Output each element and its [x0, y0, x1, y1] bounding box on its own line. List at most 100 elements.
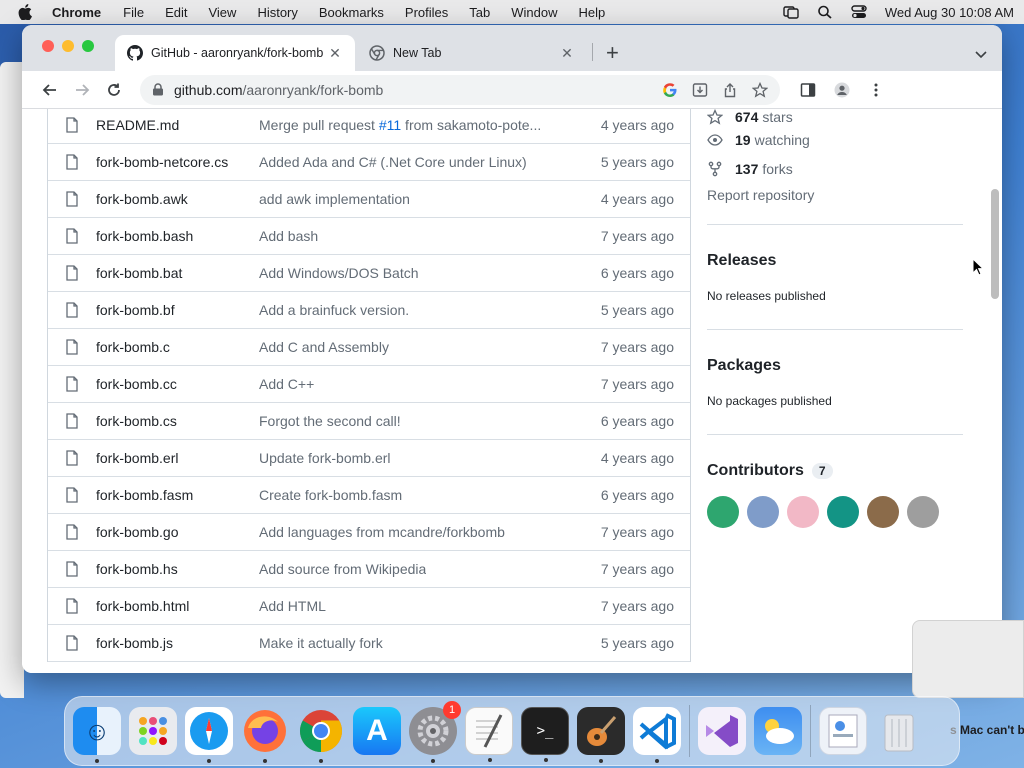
page-scrollbar[interactable]	[988, 109, 1002, 673]
commit-message-text[interactable]: Merge pull request	[259, 117, 379, 133]
commit-message-text[interactable]: Add languages from mcandre/forkbomb	[259, 524, 505, 540]
commit-message-text[interactable]: Add source from Wikipedia	[259, 561, 426, 577]
commit-message[interactable]: Forgot the second call!	[259, 413, 401, 429]
apple-icon[interactable]	[18, 4, 32, 20]
commit-message-text[interactable]: Make it actually fork	[259, 635, 383, 651]
commit-message-text[interactable]: Add bash	[259, 228, 318, 244]
commit-message-text[interactable]: Add Windows/DOS Batch	[259, 265, 419, 281]
tab-close-icon[interactable]: ✕	[559, 45, 575, 62]
file-name-link[interactable]: fork-bomb.js	[96, 635, 173, 651]
contributors-heading[interactable]: Contributors 7	[707, 462, 965, 480]
share-icon[interactable]	[722, 82, 738, 98]
dock-launchpad[interactable]	[129, 707, 177, 755]
commit-message-text[interactable]: from sakamoto-pote...	[401, 117, 541, 133]
file-name-link[interactable]: fork-bomb.bash	[96, 228, 193, 244]
file-name-link[interactable]: fork-bomb.awk	[96, 191, 188, 207]
dock-finder[interactable]: ☺	[73, 707, 121, 763]
dock-textedit[interactable]	[465, 707, 513, 762]
contributor-avatar[interactable]	[707, 496, 739, 528]
commit-message[interactable]: Add C and Assembly	[259, 339, 389, 355]
dock-weather[interactable]	[754, 707, 802, 755]
contributor-avatar[interactable]	[867, 496, 899, 528]
file-name-link[interactable]: fork-bomb.c	[96, 339, 170, 355]
dock-system-settings[interactable]: 1	[409, 701, 461, 763]
commit-message-text[interactable]: add awk implementation	[259, 191, 410, 207]
commit-message[interactable]: Add C++	[259, 376, 314, 392]
commit-message-text[interactable]: Create fork-bomb.fasm	[259, 487, 402, 503]
bookmark-star-icon[interactable]	[752, 81, 768, 98]
more-menu-icon[interactable]	[868, 82, 884, 98]
file-name-link[interactable]: fork-bomb.bf	[96, 302, 175, 318]
file-row[interactable]: fork-bomb.cc Add C++ 7 years ago	[48, 366, 690, 403]
dock-preview[interactable]	[819, 707, 867, 755]
commit-message[interactable]: Add source from Wikipedia	[259, 561, 426, 577]
dock-garageband[interactable]	[577, 707, 625, 763]
lock-icon[interactable]	[152, 83, 164, 96]
stars-stat[interactable]: 674 stars	[707, 109, 965, 125]
notification-panel[interactable]	[912, 620, 1024, 698]
file-name-link[interactable]: fork-bomb-netcore.cs	[96, 154, 228, 170]
commit-message[interactable]: Add a brainfuck version.	[259, 302, 409, 318]
commit-message[interactable]: Update fork-bomb.erl	[259, 450, 391, 466]
file-row[interactable]: fork-bomb.erl Update fork-bomb.erl 4 years…	[48, 440, 690, 477]
spotlight-search-icon[interactable]	[817, 5, 833, 19]
dock-safari[interactable]	[185, 707, 233, 763]
menu-app-chrome[interactable]: Chrome	[52, 5, 101, 20]
commit-message[interactable]: Add HTML	[259, 598, 326, 614]
commit-message[interactable]: Make it actually fork	[259, 635, 383, 651]
back-button[interactable]	[34, 74, 66, 106]
menu-window[interactable]: Window	[511, 5, 557, 20]
watching-stat[interactable]: 19 watching	[707, 125, 965, 154]
commit-message-text[interactable]: Add HTML	[259, 598, 326, 614]
dock-firefox[interactable]	[241, 707, 289, 763]
report-repository-link[interactable]: Report repository	[707, 187, 965, 203]
contributor-avatar[interactable]	[907, 496, 939, 528]
stage-manager-icon[interactable]	[783, 5, 799, 19]
tab-close-icon[interactable]: ✕	[327, 45, 343, 62]
file-row[interactable]: fork-bomb.html Add HTML 7 years ago	[48, 588, 690, 625]
file-name-link[interactable]: fork-bomb.hs	[96, 561, 178, 577]
file-row[interactable]: fork-bomb.bf Add a brainfuck version. 5 ye…	[48, 292, 690, 329]
profile-icon[interactable]	[834, 82, 850, 98]
tab-new-tab[interactable]: New Tab ✕	[357, 35, 587, 71]
file-row[interactable]: fork-bomb.hs Add source from Wikipedia 7 y…	[48, 551, 690, 588]
dock-app-store[interactable]: A	[353, 707, 401, 755]
commit-message[interactable]: Add Windows/DOS Batch	[259, 265, 419, 281]
releases-heading[interactable]: Releases	[707, 252, 965, 270]
reload-button[interactable]	[98, 74, 130, 106]
menu-bookmarks[interactable]: Bookmarks	[319, 5, 384, 20]
commit-message-text[interactable]: Update fork-bomb.erl	[259, 450, 391, 466]
menu-view[interactable]: View	[208, 5, 236, 20]
file-row[interactable]: fork-bomb.js Make it actually fork 5 years…	[48, 625, 690, 662]
file-name-link[interactable]: README.md	[96, 117, 179, 133]
menu-clock[interactable]: Wed Aug 30 10:08 AM	[885, 5, 1014, 20]
dock-vscode[interactable]	[633, 707, 681, 763]
maximize-window-button[interactable]	[82, 40, 94, 52]
close-window-button[interactable]	[42, 40, 54, 52]
dock-trash[interactable]	[875, 707, 923, 755]
install-app-icon[interactable]	[692, 82, 708, 98]
commit-message-text[interactable]: Forgot the second call!	[259, 413, 401, 429]
file-name-link[interactable]: fork-bomb.erl	[96, 450, 178, 466]
file-row[interactable]: fork-bomb.fasm Create fork-bomb.fasm 6 yea…	[48, 477, 690, 514]
commit-message[interactable]: Add languages from mcandre/forkbomb	[259, 524, 505, 540]
menu-edit[interactable]: Edit	[165, 5, 187, 20]
commit-message[interactable]: Merge pull request #11 from sakamoto-pot…	[259, 117, 541, 133]
contributor-avatar[interactable]	[827, 496, 859, 528]
google-icon[interactable]	[662, 82, 678, 98]
menu-help[interactable]: Help	[579, 5, 606, 20]
file-name-link[interactable]: fork-bomb.fasm	[96, 487, 193, 503]
forks-stat[interactable]: 137 forks	[707, 154, 965, 183]
minimize-window-button[interactable]	[62, 40, 74, 52]
menu-file[interactable]: File	[123, 5, 144, 20]
address-bar[interactable]: github.com/aaronryank/fork-bomb	[140, 74, 780, 105]
commit-message-text[interactable]: Add C++	[259, 376, 314, 392]
file-name-link[interactable]: fork-bomb.go	[96, 524, 178, 540]
file-name-link[interactable]: fork-bomb.bat	[96, 265, 182, 281]
file-row[interactable]: fork-bomb.bat Add Windows/DOS Batch 6 year…	[48, 255, 690, 292]
pull-request-link[interactable]: #11	[379, 117, 401, 133]
tab-github[interactable]: GitHub - aaronryank/fork-bomb ✕	[115, 35, 355, 71]
forward-button[interactable]	[66, 74, 98, 106]
commit-message[interactable]: Added Ada and C# (.Net Core under Linux)	[259, 154, 527, 170]
new-tab-button[interactable]: +	[606, 41, 619, 65]
